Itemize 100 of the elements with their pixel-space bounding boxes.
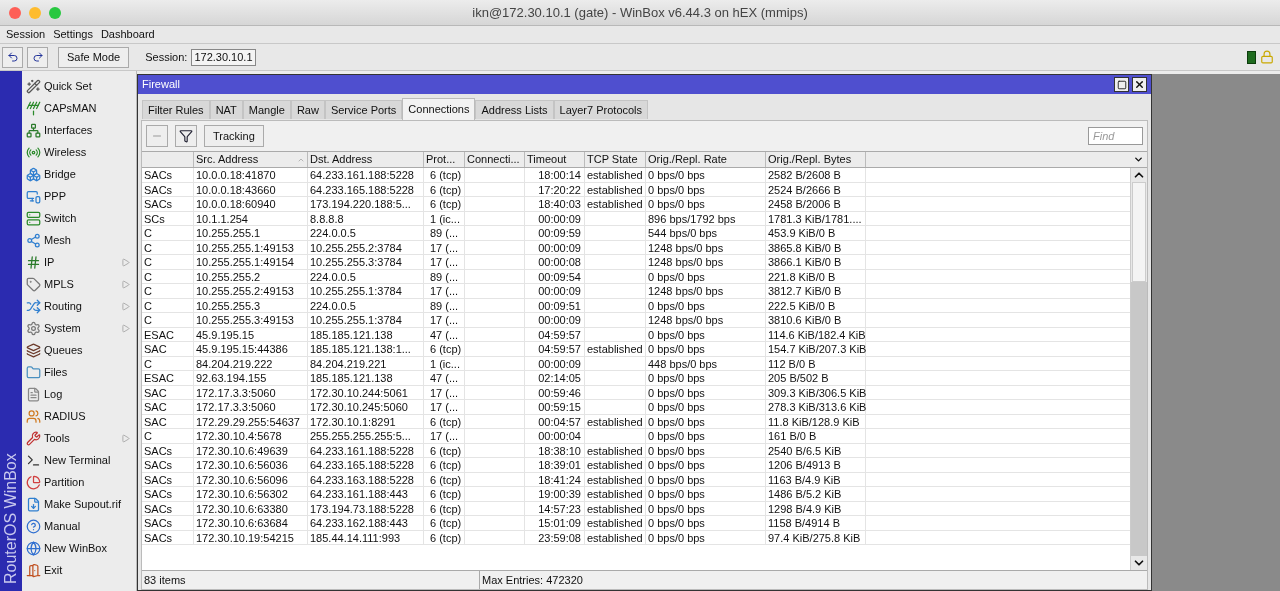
table-cell: 0 bps/0 bps: [646, 327, 766, 341]
table-cell: 18:40:03: [525, 197, 585, 211]
table-row[interactable]: SACs 172.30.10.6:49639 64.233.161.188:5228 6 (tcp) 18:38:10 established 0 bps/0 bps 2540 B/6.5 KiB: [142, 443, 1130, 458]
sidebar-item[interactable]: Interfaces: [22, 119, 136, 141]
tab[interactable]: Connections: [402, 98, 476, 120]
table-cell: 10.255.255.1: [194, 226, 308, 240]
filter-button[interactable]: [175, 125, 197, 147]
table-cell: C: [142, 298, 194, 312]
table-cell: 17 (...: [424, 400, 465, 414]
safe-mode-button[interactable]: Safe Mode: [58, 46, 130, 68]
table-row[interactable]: SAC 172.17.3.3:5060 172.30.10.244:5061 17 (... 00:59:46 0 bps/0 bps 309.3 KiB/306.5 KiB: [142, 385, 1130, 400]
tab[interactable]: Mangle: [242, 100, 291, 119]
table-cell: 18:39:01: [525, 458, 585, 472]
scrollbar[interactable]: [1130, 168, 1147, 570]
menu-item[interactable]: Dashboard: [100, 26, 155, 43]
column-header[interactable]: TCP State: [585, 152, 646, 167]
table-row[interactable]: SACs 10.0.0.18:60940 173.194.220.188:5... 6 (tcp) 18:40:03 established 0 bps/0 bps 2458 B/2006 B: [142, 197, 1130, 212]
table-row[interactable]: SACs 172.30.10.6:63380 173.194.73.188:5228 6 (tcp) 14:57:23 established 0 bps/0 bps 1298 B/4.9 KiB: [142, 501, 1130, 516]
table-row[interactable]: C 172.30.10.4:5678 255.255.255.255:5... 17 (... 00:00:04 0 bps/0 bps 161 B/0 B: [142, 429, 1130, 444]
column-header[interactable]: Connecti...: [465, 152, 525, 167]
table-row[interactable]: C 10.255.255.3 224.0.0.5 89 (... 00:09:51 0 bps/0 bps 222.5 KiB/0 B: [142, 298, 1130, 313]
table-row[interactable]: C 10.255.255.1:49153 10.255.255.2:3784 17 (... 00:00:09 1248 bps/0 bps 3865.8 KiB/0 B: [142, 240, 1130, 255]
table-cell: C: [142, 226, 194, 240]
table-cell: 1248 bps/0 bps: [646, 313, 766, 327]
column-header[interactable]: Orig./Repl. Rate: [646, 152, 766, 167]
sidebar-item[interactable]: PPP: [22, 185, 136, 207]
column-header[interactable]: Src. Address: [194, 152, 308, 167]
close-button[interactable]: [1132, 77, 1147, 92]
column-header[interactable]: Dst. Address: [308, 152, 424, 167]
table-row[interactable]: C 10.255.255.1 224.0.0.5 89 (... 00:09:59 544 bps/0 bps 453.9 KiB/0 B: [142, 226, 1130, 241]
table-row[interactable]: C 10.255.255.2:49153 10.255.255.1:3784 17 (... 00:00:09 1248 bps/0 bps 3812.7 KiB/0 B: [142, 284, 1130, 299]
table-row[interactable]: SACs 172.30.10.19:54215 185.44.14.111:993 6 (tcp) 23:59:08 established 0 bps/0 bps 97.4 KiB/275.8 KiB: [142, 530, 1130, 545]
sidebar-item[interactable]: Queues: [22, 339, 136, 361]
table-cell: 172.17.3.3:5060: [194, 400, 308, 414]
table-row[interactable]: C 84.204.219.222 84.204.219.221 1 (ic... 00:00:09 448 bps/0 bps 112 B/0 B: [142, 356, 1130, 371]
sidebar-item[interactable]: Tools: [22, 427, 136, 449]
table-row[interactable]: SACs 172.30.10.6:56302 64.233.161.188:443 6 (tcp) 19:00:39 established 0 bps/0 bps 1486 B/5.2 KiB: [142, 487, 1130, 502]
table-cell: 10.0.0.18:41870: [194, 168, 308, 182]
table-cell: 04:59:57: [525, 327, 585, 341]
find-field[interactable]: Find: [1088, 127, 1143, 145]
sidebar-item[interactable]: Switch: [22, 207, 136, 229]
table-cell: 6 (tcp): [424, 516, 465, 530]
table-cell: 10.255.255.2: [194, 269, 308, 283]
close-icon[interactable]: [9, 6, 21, 19]
sidebar-item[interactable]: Partition: [22, 471, 136, 493]
sidebar-item[interactable]: RADIUS: [22, 405, 136, 427]
session-field[interactable]: 172.30.10.1: [191, 48, 256, 66]
table-row[interactable]: C 10.255.255.1:49154 10.255.255.3:3784 17 (... 00:00:08 1248 bps/0 bps 3866.1 KiB/0 B: [142, 255, 1130, 270]
sidebar-item[interactable]: Wireless: [22, 141, 136, 163]
table-row[interactable]: SACs 172.30.10.6:56036 64.233.165.188:5228 6 (tcp) 18:39:01 established 0 bps/0 bps 1206 B/4913 B: [142, 458, 1130, 473]
table-row[interactable]: SACs 10.0.0.18:43660 64.233.165.188:5228 6 (tcp) 17:20:22 established 0 bps/0 bps 2524 B/2666 B: [142, 182, 1130, 197]
sidebar-item[interactable]: Log: [22, 383, 136, 405]
tab[interactable]: Layer7 Protocols: [553, 100, 649, 119]
sidebar-item[interactable]: Routing: [22, 295, 136, 317]
redo-icon: [31, 51, 44, 63]
table-row[interactable]: SAC 172.17.3.3:5060 172.30.10.245:5060 17 (... 00:59:15 0 bps/0 bps 278.3 KiB/313.6 KiB: [142, 400, 1130, 415]
tab[interactable]: Address Lists: [475, 100, 554, 119]
sidebar-item[interactable]: Manual: [22, 515, 136, 537]
submenu-arrow-icon: [121, 279, 130, 289]
sidebar-item[interactable]: MPLS: [22, 273, 136, 295]
sidebar-item[interactable]: Exit: [22, 559, 136, 581]
table-cell: 6 (tcp): [424, 414, 465, 428]
maximize-button[interactable]: [1114, 77, 1129, 92]
table-row[interactable]: C 10.255.255.2 224.0.0.5 89 (... 00:09:54 0 bps/0 bps 221.8 KiB/0 B: [142, 269, 1130, 284]
redo-button[interactable]: [27, 46, 48, 68]
table-row[interactable]: ESAC 92.63.194.155 185.185.121.138 47 (... 02:14:05 0 bps/0 bps 205 B/502 B: [142, 371, 1130, 386]
column-header[interactable]: Orig./Repl. Bytes: [766, 152, 866, 167]
sidebar-item[interactable]: New WinBox: [22, 537, 136, 559]
table-row[interactable]: ESAC 45.9.195.15 185.185.121.138 47 (... 04:59:57 0 bps/0 bps 114.6 KiB/182.4 KiB: [142, 327, 1130, 342]
sidebar-item[interactable]: Quick Set: [22, 75, 136, 97]
table-row[interactable]: SACs 10.0.0.18:41870 64.233.161.188:5228 6 (tcp) 18:00:14 established 0 bps/0 bps 2582 B/2608 B: [142, 168, 1130, 183]
table-cell: SAC: [142, 414, 194, 428]
undo-button[interactable]: [2, 46, 23, 68]
sidebar-item[interactable]: IP: [22, 251, 136, 273]
sidebar-item[interactable]: Mesh: [22, 229, 136, 251]
tab[interactable]: NAT: [209, 100, 243, 119]
tab[interactable]: Filter Rules: [142, 100, 210, 119]
table-row[interactable]: SACs 172.30.10.6:56096 64.233.163.188:5228 6 (tcp) 18:41:24 established 0 bps/0 bps 1163 B/4.9 KiB: [142, 472, 1130, 487]
column-header[interactable]: Timeout: [525, 152, 585, 167]
table-row[interactable]: SCs 10.1.1.254 8.8.8.8 1 (ic... 00:00:09 896 bps/1792 bps 1781.3 KiB/1781....: [142, 211, 1130, 226]
table-row[interactable]: C 10.255.255.3:49153 10.255.255.1:3784 17 (... 00:00:09 1248 bps/0 bps 3810.6 KiB/0 B: [142, 313, 1130, 328]
tracking-button[interactable]: Tracking: [204, 125, 264, 147]
scroll-thumb[interactable]: [1132, 182, 1146, 282]
table-cell: 172.30.10.6:63380: [194, 501, 308, 515]
sidebar-item[interactable]: New Terminal: [22, 449, 136, 471]
table-row[interactable]: SAC 45.9.195.15:44386 185.185.121.138:1... 6 (tcp) 04:59:57 established 0 bps/0 bps 154.7 KiB/207.3 KiB: [142, 342, 1130, 357]
sidebar-item[interactable]: System: [22, 317, 136, 339]
sidebar-item[interactable]: CAPsMAN: [22, 97, 136, 119]
table-cell: 64.233.165.188:5228: [308, 182, 424, 196]
sidebar-item[interactable]: Make Supout.rif: [22, 493, 136, 515]
sidebar-item[interactable]: Files: [22, 361, 136, 383]
table-row[interactable]: SAC 172.29.29.255:54637 172.30.10.1:8291 6 (tcp) 00:04:57 established 0 bps/0 bps 11.8 KiB/128.9 KiB: [142, 414, 1130, 429]
table-row[interactable]: SACs 172.30.10.6:63684 64.233.162.188:443 6 (tcp) 15:01:09 established 0 bps/0 bps 1158 B/4914 B: [142, 516, 1130, 531]
menu-item[interactable]: Settings: [53, 26, 93, 43]
tab[interactable]: Raw: [290, 100, 325, 119]
column-header[interactable]: Prot...: [424, 152, 465, 167]
table-cell: established: [585, 443, 646, 457]
sidebar-item[interactable]: Bridge: [22, 163, 136, 185]
tab[interactable]: Service Ports: [324, 100, 403, 119]
menu-item[interactable]: Session: [6, 26, 46, 43]
